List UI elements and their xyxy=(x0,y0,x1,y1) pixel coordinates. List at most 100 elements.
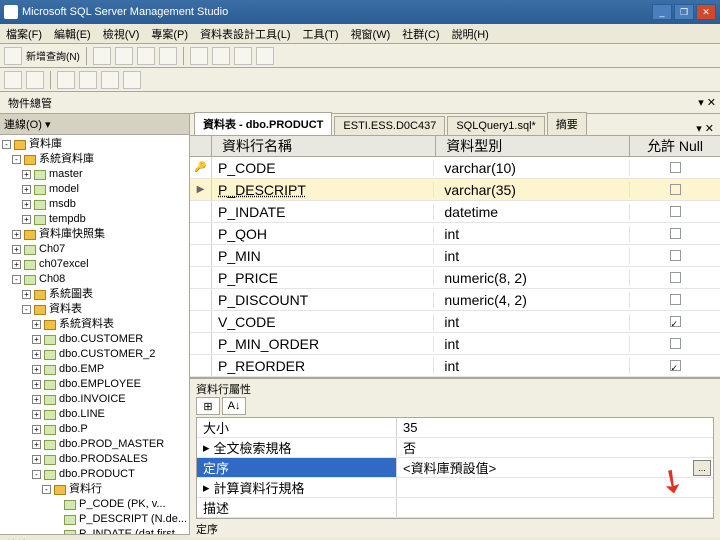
tree-node[interactable]: +dbo.CUSTOMER_2 xyxy=(0,347,189,362)
column-name-cell[interactable]: P_DISCOUNT xyxy=(212,292,434,308)
prop-tab-alphabetical[interactable]: A↓ xyxy=(222,397,246,415)
toolbar-button[interactable] xyxy=(190,47,208,65)
window-close[interactable]: ✕ xyxy=(696,4,716,20)
checkbox-icon[interactable] xyxy=(670,360,681,371)
tree-node[interactable]: +dbo.EMP xyxy=(0,362,189,377)
toolbar-button[interactable] xyxy=(4,71,22,89)
object-tree[interactable]: -資料庫-系統資料庫+master+model+msdb+tempdb+資料庫快… xyxy=(0,135,189,534)
allow-null-cell[interactable] xyxy=(630,250,720,261)
tree-node[interactable]: +model xyxy=(0,182,189,197)
allow-null-cell[interactable] xyxy=(630,162,720,173)
allow-null-cell[interactable] xyxy=(630,272,720,283)
row-selector[interactable] xyxy=(190,311,212,332)
property-row[interactable]: ▸計算資料行規格 xyxy=(197,478,713,498)
allow-null-cell[interactable] xyxy=(630,316,720,327)
tree-toggle-icon[interactable]: + xyxy=(22,200,31,209)
tree-toggle-icon[interactable]: + xyxy=(32,350,41,359)
column-row[interactable]: P_REORDER int xyxy=(190,355,720,377)
tree-toggle-icon[interactable]: + xyxy=(32,440,41,449)
menu-item[interactable]: 檢視(V) xyxy=(97,24,146,43)
row-selector[interactable] xyxy=(190,355,212,376)
row-selector[interactable]: ▶ xyxy=(190,179,212,200)
column-row[interactable]: 🔑 P_CODE varchar(10) xyxy=(190,157,720,179)
property-value[interactable]: 否 xyxy=(397,438,713,457)
pin-icon[interactable]: ▾ ✕ xyxy=(698,96,716,109)
checkbox-icon[interactable] xyxy=(670,316,681,327)
document-tab[interactable]: 摘要 xyxy=(547,112,587,135)
data-type-cell[interactable]: int xyxy=(434,358,630,374)
property-value[interactable]: <資料庫預設值>... xyxy=(397,458,713,477)
tree-toggle-icon[interactable]: + xyxy=(32,455,41,464)
window-minimize[interactable]: _ xyxy=(652,4,672,20)
toolbar-button[interactable] xyxy=(212,47,230,65)
column-name-cell[interactable]: P_MIN xyxy=(212,248,434,264)
document-tab[interactable]: 資料表 - dbo.PRODUCT xyxy=(194,112,332,135)
tree-toggle-icon[interactable]: + xyxy=(32,335,41,344)
tree-toggle-icon[interactable]: + xyxy=(22,290,31,299)
connect-button[interactable]: 連線(O) ▾ xyxy=(4,116,50,132)
column-name-cell[interactable]: P_CODE xyxy=(212,160,434,176)
tree-toggle-icon[interactable]: + xyxy=(22,170,31,179)
column-name-cell[interactable]: P_INDATE xyxy=(212,204,434,220)
toolbar-button[interactable] xyxy=(234,47,252,65)
data-type-cell[interactable]: varchar(35) xyxy=(434,182,630,198)
tree-node[interactable]: +ch07excel xyxy=(0,257,189,272)
checkbox-icon[interactable] xyxy=(670,162,681,173)
new-query-label[interactable]: 新增查詢(N) xyxy=(26,48,80,63)
tree-toggle-icon[interactable]: + xyxy=(32,320,41,329)
property-value[interactable] xyxy=(397,498,713,517)
toolbar-button[interactable] xyxy=(137,47,155,65)
tree-node[interactable]: -資料表 xyxy=(0,302,189,317)
property-value[interactable] xyxy=(397,478,713,497)
menu-item[interactable]: 社群(C) xyxy=(396,24,445,43)
toolbar-button[interactable] xyxy=(101,71,119,89)
menu-item[interactable]: 工具(T) xyxy=(297,24,345,43)
column-row[interactable]: V_CODE int xyxy=(190,311,720,333)
column-name-cell[interactable]: P_QOH xyxy=(212,226,434,242)
tree-node[interactable]: +dbo.EMPLOYEE xyxy=(0,377,189,392)
checkbox-icon[interactable] xyxy=(670,228,681,239)
checkbox-icon[interactable] xyxy=(670,184,681,195)
data-type-cell[interactable]: int xyxy=(434,314,630,330)
tree-node[interactable]: +dbo.PRODSALES xyxy=(0,452,189,467)
toolbar-button[interactable] xyxy=(57,71,75,89)
column-row[interactable]: P_PRICE numeric(8, 2) xyxy=(190,267,720,289)
tree-toggle-icon[interactable]: + xyxy=(32,425,41,434)
tree-toggle-icon[interactable]: + xyxy=(32,380,41,389)
row-selector[interactable] xyxy=(190,201,212,222)
allow-null-cell[interactable] xyxy=(630,360,720,371)
window-maximize[interactable]: ❐ xyxy=(674,4,694,20)
row-selector[interactable] xyxy=(190,333,212,354)
row-selector[interactable] xyxy=(190,223,212,244)
tree-toggle-icon[interactable]: - xyxy=(32,470,41,479)
allow-null-cell[interactable] xyxy=(630,294,720,305)
checkbox-icon[interactable] xyxy=(670,272,681,283)
tree-toggle-icon[interactable]: + xyxy=(32,395,41,404)
allow-null-cell[interactable] xyxy=(630,228,720,239)
tree-node[interactable]: -Ch08 xyxy=(0,272,189,287)
tree-node[interactable]: P_CODE (PK, v... xyxy=(0,497,189,512)
tree-toggle-icon[interactable]: + xyxy=(22,215,31,224)
document-tab[interactable]: SQLQuery1.sql* xyxy=(447,116,544,135)
column-grid[interactable]: 🔑 P_CODE varchar(10) ▶ P_DESCRIPT varcha… xyxy=(190,157,720,377)
tree-node[interactable]: +系統資料表 xyxy=(0,317,189,332)
toolbar-button[interactable] xyxy=(26,71,44,89)
document-tab[interactable]: ESTI.ESS.D0C437 xyxy=(334,116,445,135)
allow-null-cell[interactable] xyxy=(630,206,720,217)
tree-node[interactable]: +資料庫快照集 xyxy=(0,227,189,242)
prop-tab-categorized[interactable]: ⊞ xyxy=(196,397,220,415)
tree-node[interactable]: +msdb xyxy=(0,197,189,212)
menu-item[interactable]: 編輯(E) xyxy=(48,24,97,43)
column-row[interactable]: ▶ P_DESCRIPT varchar(35) xyxy=(190,179,720,201)
toolbar-button[interactable] xyxy=(115,47,133,65)
tree-node[interactable]: +dbo.P xyxy=(0,422,189,437)
data-type-cell[interactable]: int xyxy=(434,226,630,242)
tree-node[interactable]: -dbo.PRODUCT xyxy=(0,467,189,482)
column-row[interactable]: P_INDATE datetime xyxy=(190,201,720,223)
column-name-cell[interactable]: P_REORDER xyxy=(212,358,434,374)
tree-toggle-icon[interactable]: - xyxy=(12,155,21,164)
menu-item[interactable]: 說明(H) xyxy=(446,24,495,43)
menu-item[interactable]: 專案(P) xyxy=(145,24,194,43)
tree-toggle-icon[interactable]: - xyxy=(22,305,31,314)
row-selector[interactable] xyxy=(190,245,212,266)
